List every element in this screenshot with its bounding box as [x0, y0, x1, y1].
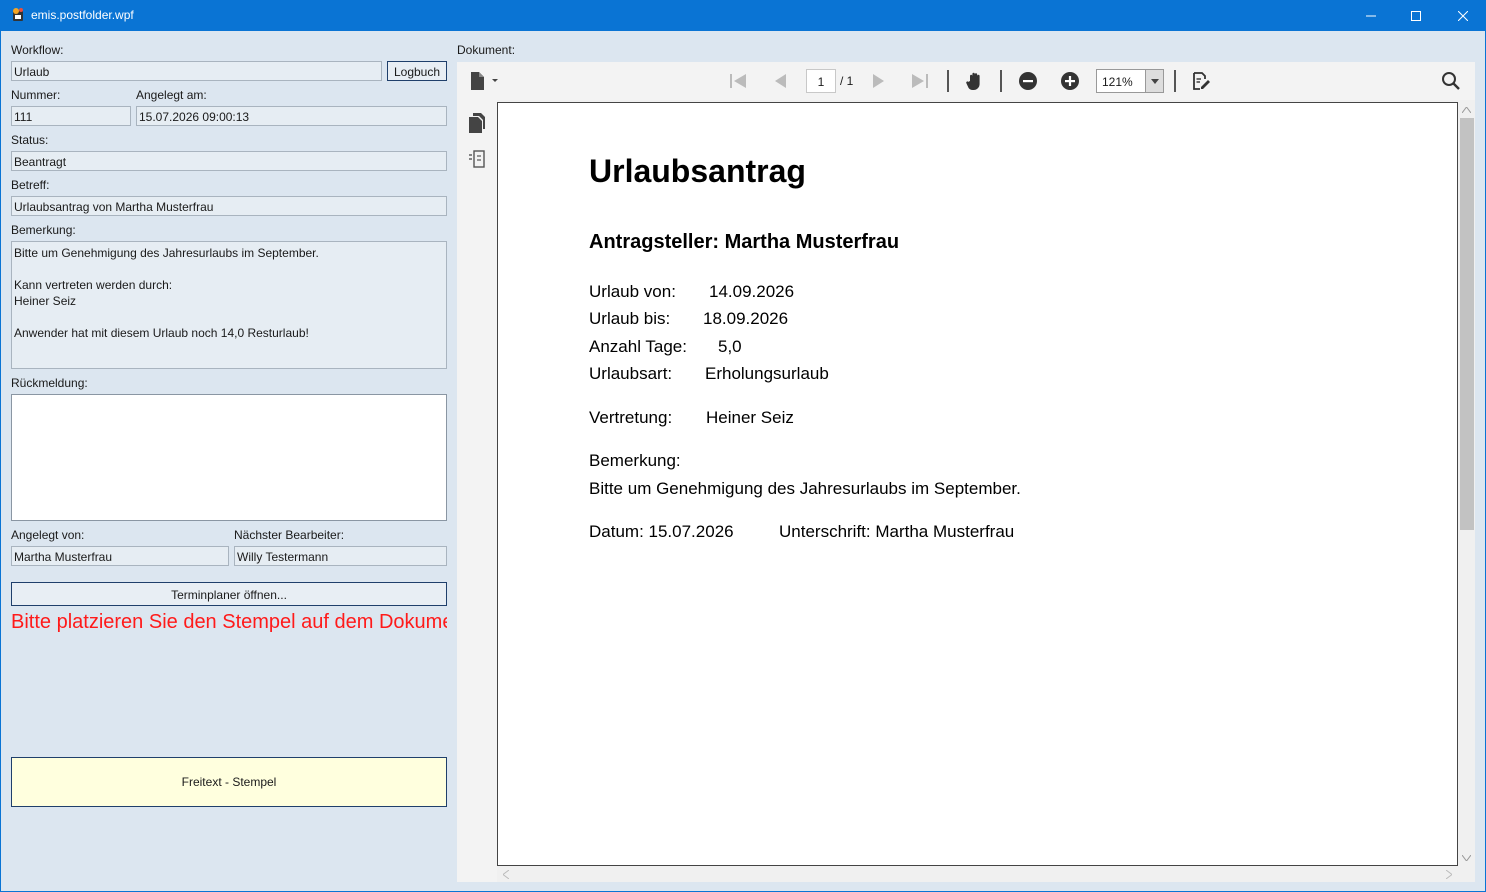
workflow-field[interactable]: Urlaub — [11, 61, 382, 81]
doc-bemerkung-label: Bemerkung: — [589, 451, 681, 470]
search-icon — [1442, 72, 1460, 90]
previous-page-icon — [775, 74, 786, 88]
doc-applicant: Antragsteller: Martha Musterfrau — [589, 231, 900, 253]
stamp-warning-text: Bitte platzieren Sie den Stempel auf dem… — [11, 611, 447, 633]
doc-datum: Datum: 15.07.2026 — [589, 522, 734, 541]
file-menu-button[interactable] — [466, 70, 500, 92]
document-viewer: 1 / 1 121% Urlaubsantrag Antragsteller: … — [457, 62, 1475, 882]
scroll-down-icon — [1462, 855, 1471, 861]
document-icon — [471, 72, 498, 90]
close-button[interactable] — [1440, 0, 1486, 31]
doc-vertretung-value: Heiner Seiz — [706, 408, 794, 427]
terminplaner-button[interactable]: Terminplaner öffnen... — [11, 582, 447, 606]
rueckmeldung-label: Rückmeldung: — [11, 376, 88, 390]
zoom-out-button[interactable] — [1017, 70, 1039, 92]
document-page[interactable]: Urlaubsantrag Antragsteller: Martha Must… — [497, 102, 1458, 866]
angelegt-von-field[interactable]: Martha Musterfrau — [11, 546, 229, 566]
scroll-right-icon — [1446, 870, 1452, 879]
viewer-sidebar — [457, 100, 497, 882]
vertical-scrollbar[interactable] — [1458, 102, 1475, 866]
minimize-button[interactable] — [1348, 0, 1394, 31]
outline-button[interactable] — [466, 148, 488, 170]
previous-page-button[interactable] — [769, 70, 791, 92]
vertical-scroll-thumb[interactable] — [1460, 118, 1474, 530]
page-area[interactable]: Urlaubsantrag Antragsteller: Martha Must… — [497, 100, 1475, 882]
rueckmeldung-field[interactable] — [11, 394, 447, 521]
logbuch-button[interactable]: Logbuch — [387, 61, 447, 81]
freitext-stempel-button[interactable]: Freitext - Stempel — [11, 757, 447, 807]
workflow-label: Workflow: — [11, 43, 64, 57]
doc-urlaub-von-label: Urlaub von: — [589, 282, 676, 301]
pan-tool-button[interactable] — [964, 70, 986, 92]
pages-icon — [469, 113, 485, 133]
bemerkung-label: Bemerkung: — [11, 223, 76, 237]
next-page-button[interactable] — [868, 70, 890, 92]
first-page-button[interactable] — [727, 70, 749, 92]
doc-urlaub-von-value: 14.09.2026 — [709, 282, 795, 301]
doc-unterschrift: Unterschrift: Martha Musterfrau — [779, 522, 1015, 541]
zoom-in-icon — [1061, 72, 1079, 90]
naechster-bearbeiter-label: Nächster Bearbeiter: — [234, 528, 345, 542]
freitext-stempel-label: Freitext - Stempel — [181, 775, 277, 789]
page-total: / 1 — [840, 74, 854, 88]
minimize-icon — [1366, 15, 1376, 16]
app-icon — [13, 8, 23, 21]
doc-urlaub-bis-label: Urlaub bis: — [589, 309, 671, 328]
betreff-field[interactable]: Urlaubsantrag von Martha Musterfrau — [11, 196, 447, 216]
viewer-toolbar: 1 / 1 121% — [457, 62, 1475, 100]
scroll-up-icon — [1462, 107, 1471, 113]
doc-urlaubsart-label: Urlaubsart: — [589, 364, 673, 383]
doc-anzahl-tage-value: 5,0 — [718, 337, 742, 356]
zoom-out-icon — [1019, 72, 1037, 90]
nummer-label: Nummer: — [11, 88, 61, 102]
toolbar-separator — [1000, 70, 1002, 92]
angelegt-am-field[interactable]: 15.07.2026 09:00:13 — [136, 106, 447, 126]
horizontal-scrollbar[interactable] — [497, 866, 1458, 882]
toolbar-separator — [947, 70, 949, 92]
last-page-button[interactable] — [909, 70, 931, 92]
thumbnails-button[interactable] — [466, 112, 488, 134]
search-button[interactable] — [1440, 70, 1462, 92]
next-page-icon — [873, 74, 884, 88]
scroll-left-icon — [503, 870, 509, 879]
close-icon — [1458, 10, 1468, 21]
naechster-bearbeiter-field[interactable]: Willy Testermann — [234, 546, 447, 566]
maximize-icon — [1411, 10, 1421, 21]
zoom-in-button[interactable] — [1059, 70, 1081, 92]
dokument-label: Dokument: — [457, 43, 516, 57]
doc-urlaubsart-value: Erholungsurlaub — [705, 364, 829, 383]
zoom-select[interactable]: 121% — [1096, 69, 1164, 93]
chevron-down-icon — [1145, 70, 1163, 92]
bemerkung-field[interactable]: Bitte um Genehmigung des Jahresurlaubs i… — [11, 241, 447, 369]
angelegt-von-label: Angelegt von: — [11, 528, 85, 542]
sign-document-button[interactable] — [1190, 70, 1212, 92]
doc-vertretung-label: Vertretung: — [589, 408, 673, 427]
nummer-field[interactable]: 111 — [11, 106, 131, 126]
outline-icon — [469, 150, 485, 168]
doc-title: Urlaubsantrag — [589, 153, 806, 189]
toolbar-separator — [1174, 70, 1176, 92]
sign-document-icon — [1193, 72, 1210, 90]
hand-icon — [966, 72, 980, 90]
maximize-button[interactable] — [1393, 0, 1439, 31]
window-title: emis.postfolder.wpf — [31, 8, 134, 22]
angelegt-am-label: Angelegt am: — [136, 88, 207, 102]
last-page-icon — [912, 74, 928, 88]
zoom-value: 121% — [1102, 75, 1133, 89]
page-number-input[interactable]: 1 — [806, 69, 836, 93]
status-field[interactable]: Beantragt — [11, 151, 447, 171]
status-label: Status: — [11, 133, 49, 147]
doc-urlaub-bis-value: 18.09.2026 — [703, 309, 789, 328]
doc-bemerkung-value: Bitte um Genehmigung des Jahresurlaubs i… — [589, 479, 1021, 498]
betreff-label: Betreff: — [11, 178, 50, 192]
doc-anzahl-tage-label: Anzahl Tage: — [589, 337, 687, 356]
first-page-icon — [730, 74, 746, 88]
title-bar: emis.postfolder.wpf — [0, 0, 1486, 31]
